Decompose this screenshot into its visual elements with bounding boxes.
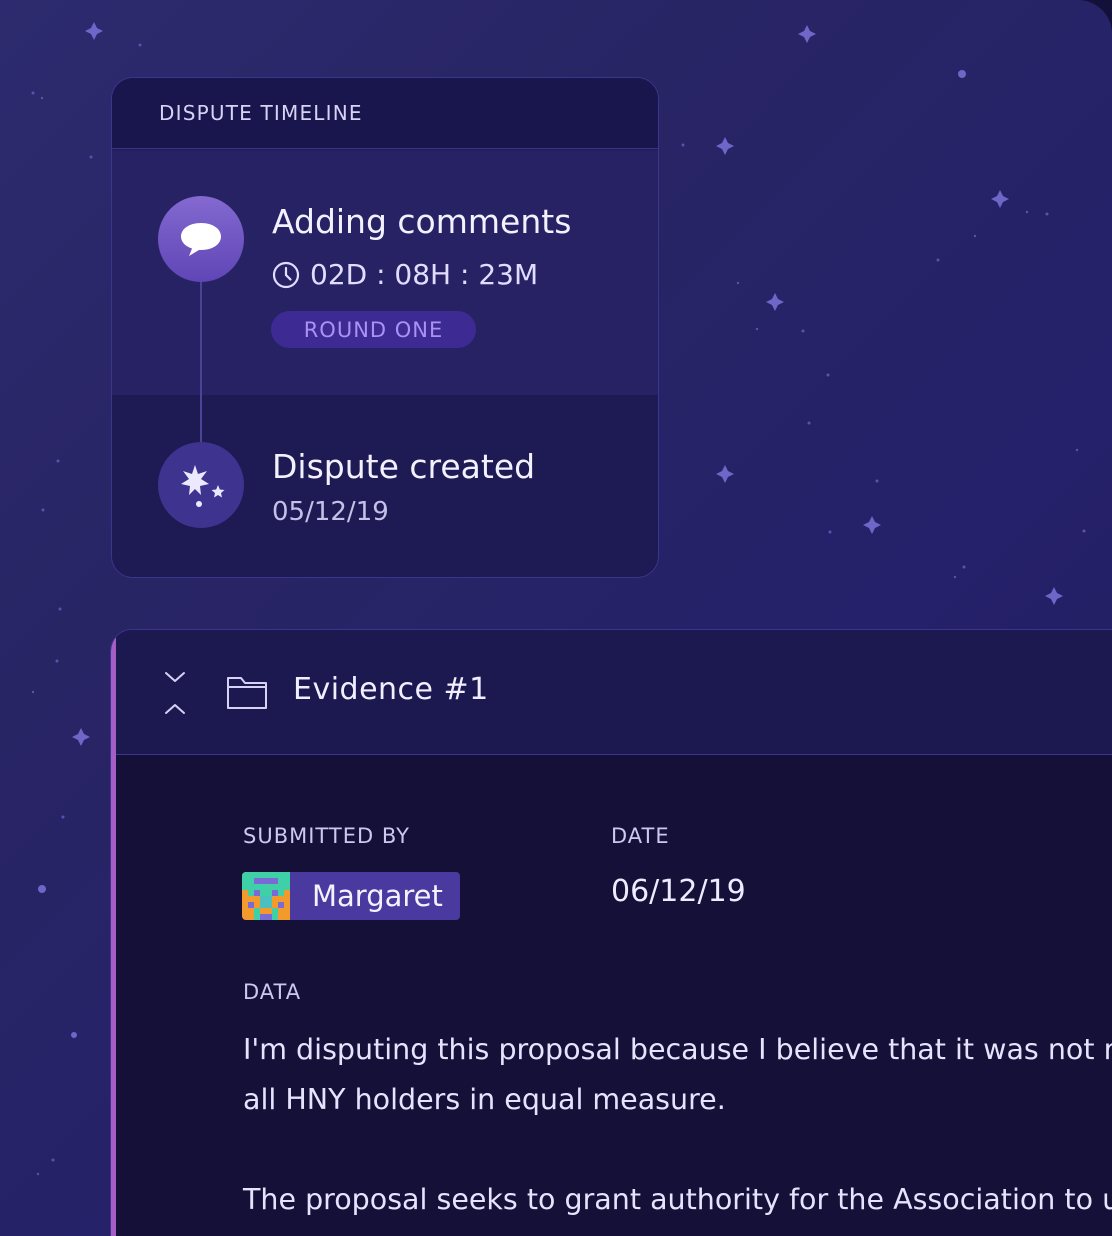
countdown: 02D : 08H : 23M [272, 258, 538, 291]
step-title: Adding comments [272, 202, 572, 241]
avatar [242, 872, 290, 920]
speech-bubble-icon [158, 196, 244, 282]
step-title: Dispute created [272, 447, 536, 486]
evidence-body: I'm disputing this proposal because I be… [243, 1025, 1112, 1236]
timeline-header-label: DISPUTE TIMELINE [159, 101, 363, 125]
folder-icon [227, 677, 267, 709]
submitter-chip[interactable]: Margaret [242, 872, 460, 920]
clock-icon [272, 261, 300, 288]
evidence-line: I'm disputing this proposal because I be… [243, 1033, 1112, 1066]
evidence-card: Evidence #1 SUBMITTED BY DATE Margaret 0… [110, 629, 1112, 1236]
countdown-value: 02D : 08H : 23M [310, 258, 539, 291]
date-label: DATE [611, 824, 670, 848]
dispute-timeline-card: DISPUTE TIMELINE Adding comments 02D : 0… [111, 77, 659, 578]
timeline-header: DISPUTE TIMELINE [112, 78, 658, 149]
timeline-connector [200, 280, 202, 448]
evidence-header[interactable]: Evidence #1 [116, 630, 1112, 755]
background: DISPUTE TIMELINE Adding comments 02D : 0… [0, 0, 1112, 1236]
submitted-by-label: SUBMITTED BY [243, 824, 410, 848]
data-label: DATA [243, 980, 302, 1004]
expand-collapse-icon[interactable] [163, 666, 187, 720]
evidence-line: The proposal seeks to grant authority fo… [243, 1183, 1112, 1216]
sparkles-icon [158, 442, 244, 528]
submitter-name: Margaret [312, 879, 443, 913]
evidence-title: Evidence #1 [293, 672, 489, 707]
step-date: 05/12/19 [272, 497, 389, 527]
evidence-date: 06/12/19 [611, 874, 746, 909]
round-badge: ROUND ONE [271, 311, 476, 348]
evidence-line: all HNY holders in equal measure. [243, 1083, 726, 1116]
